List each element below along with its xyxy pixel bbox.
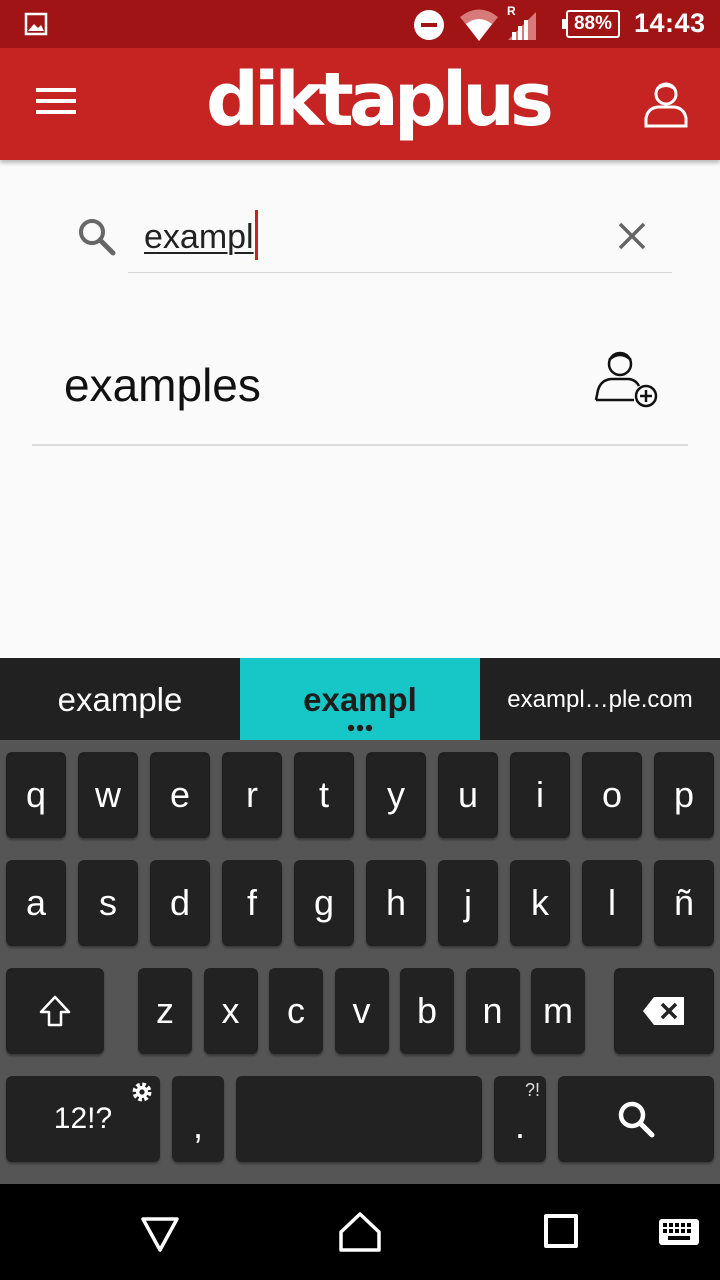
key-label: w — [95, 774, 121, 815]
key-e[interactable]: e — [150, 752, 210, 838]
key-w[interactable]: w — [78, 752, 138, 838]
result-word: examples — [64, 359, 261, 411]
key-ñ[interactable]: ñ — [654, 860, 714, 946]
suggestion-2[interactable]: exampl — [240, 658, 480, 740]
key-k[interactable]: k — [510, 860, 570, 946]
key-label: g — [313, 882, 335, 923]
key-a[interactable]: a — [6, 860, 66, 946]
search-input[interactable]: exampl — [128, 202, 672, 273]
key-t[interactable]: t — [294, 752, 354, 838]
key-c[interactable]: c — [269, 968, 323, 1054]
key-g[interactable]: g — [294, 860, 354, 946]
gallery-icon — [24, 12, 48, 36]
key-b[interactable]: b — [400, 968, 454, 1054]
key-label: u — [457, 774, 479, 815]
suggestion-2-label: exampl — [303, 681, 417, 718]
key-r[interactable]: r — [222, 752, 282, 838]
suggestion-1[interactable]: example — [0, 658, 240, 740]
key-label: j — [464, 882, 472, 923]
back-icon[interactable] — [140, 1214, 180, 1254]
key-n[interactable]: n — [465, 968, 520, 1054]
brand-logo: diktaplus — [206, 57, 554, 143]
keyboard-icon[interactable] — [658, 1218, 700, 1246]
period-key-alt: ?! — [524, 1080, 540, 1100]
search-key-icon — [618, 1101, 655, 1138]
menu-icon[interactable] — [36, 88, 76, 118]
symbols-key[interactable]: 12!? — [6, 1076, 160, 1162]
key-label: d — [169, 882, 191, 923]
status-clock: 14:43 — [634, 8, 706, 38]
screen: R 88% 14:43 diktaplus exampl examples ex… — [0, 0, 720, 1280]
key-label: h — [385, 882, 407, 923]
key-u[interactable]: u — [438, 752, 498, 838]
status-bar: R 88% 14:43 — [0, 0, 720, 48]
search-key[interactable] — [558, 1076, 714, 1162]
key-v[interactable]: v — [334, 968, 389, 1054]
key-x[interactable]: x — [203, 968, 258, 1054]
space-key[interactable] — [236, 1076, 482, 1162]
key-y[interactable]: y — [366, 752, 426, 838]
key-label: e — [169, 774, 191, 815]
key-f[interactable]: f — [222, 860, 282, 946]
key-s[interactable]: s — [78, 860, 138, 946]
recents-icon[interactable] — [544, 1214, 578, 1248]
key-label: q — [25, 774, 47, 815]
backspace-key[interactable] — [614, 968, 714, 1054]
key-label: i — [536, 774, 544, 815]
app-bar: diktaplus — [0, 48, 720, 160]
key-z[interactable]: z — [138, 968, 192, 1054]
text-caret — [255, 210, 258, 260]
shift-icon — [39, 995, 71, 1027]
period-key[interactable]: ?! . — [494, 1076, 546, 1162]
key-i[interactable]: i — [510, 752, 570, 838]
key-label: b — [416, 990, 438, 1031]
key-label: l — [608, 882, 616, 923]
search-input-value: exampl — [144, 218, 254, 256]
key-l[interactable]: l — [582, 860, 642, 946]
key-o[interactable]: o — [582, 752, 642, 838]
backspace-icon — [643, 997, 684, 1025]
key-q[interactable]: q — [6, 752, 66, 838]
key-m[interactable]: m — [531, 968, 585, 1054]
key-j[interactable]: j — [438, 860, 498, 946]
comma-key-label: , — [192, 1105, 203, 1146]
key-d[interactable]: d — [150, 860, 210, 946]
navigation-bar — [0, 1184, 720, 1280]
key-label: x — [221, 990, 240, 1031]
key-label: p — [673, 774, 695, 815]
settings-icon — [132, 1082, 152, 1102]
search-icon — [79, 219, 116, 256]
battery-indicator: 88% — [562, 10, 620, 38]
key-label: a — [25, 882, 47, 923]
key-label: o — [601, 774, 623, 815]
key-label: f — [246, 882, 257, 923]
key-label: c — [287, 990, 305, 1031]
signal-icon — [508, 12, 536, 40]
key-label: k — [531, 882, 549, 923]
key-p[interactable]: p — [654, 752, 714, 838]
keyboard: 12!? , ?! . q w e r t y u i o p a s d f g h j k l ñ z x c v b nm — [0, 740, 720, 1184]
key-label: ñ — [673, 882, 695, 923]
key-label: v — [352, 990, 371, 1031]
shift-key[interactable] — [6, 968, 104, 1054]
key-label: n — [482, 990, 503, 1031]
suggestion-3[interactable]: exampl…ple.com — [480, 658, 720, 740]
key-label: s — [99, 882, 117, 923]
comma-key[interactable]: , — [172, 1076, 224, 1162]
home-icon[interactable] — [338, 1210, 382, 1254]
key-label: m — [543, 990, 573, 1031]
wifi-icon — [460, 9, 498, 41]
key-label: z — [156, 990, 174, 1031]
add-user-icon[interactable] — [592, 346, 660, 410]
key-label: r — [246, 774, 258, 815]
key-h[interactable]: h — [366, 860, 426, 946]
dnd-icon — [414, 10, 444, 40]
more-suggestions-icon — [347, 724, 373, 732]
result-row[interactable]: examples — [32, 322, 688, 446]
key-label: y — [387, 774, 405, 815]
key-label: t — [318, 774, 329, 815]
account-icon[interactable] — [640, 78, 692, 130]
clear-icon[interactable] — [612, 216, 652, 256]
keyboard-suggestions: example exampl exampl…ple.com — [0, 658, 720, 740]
